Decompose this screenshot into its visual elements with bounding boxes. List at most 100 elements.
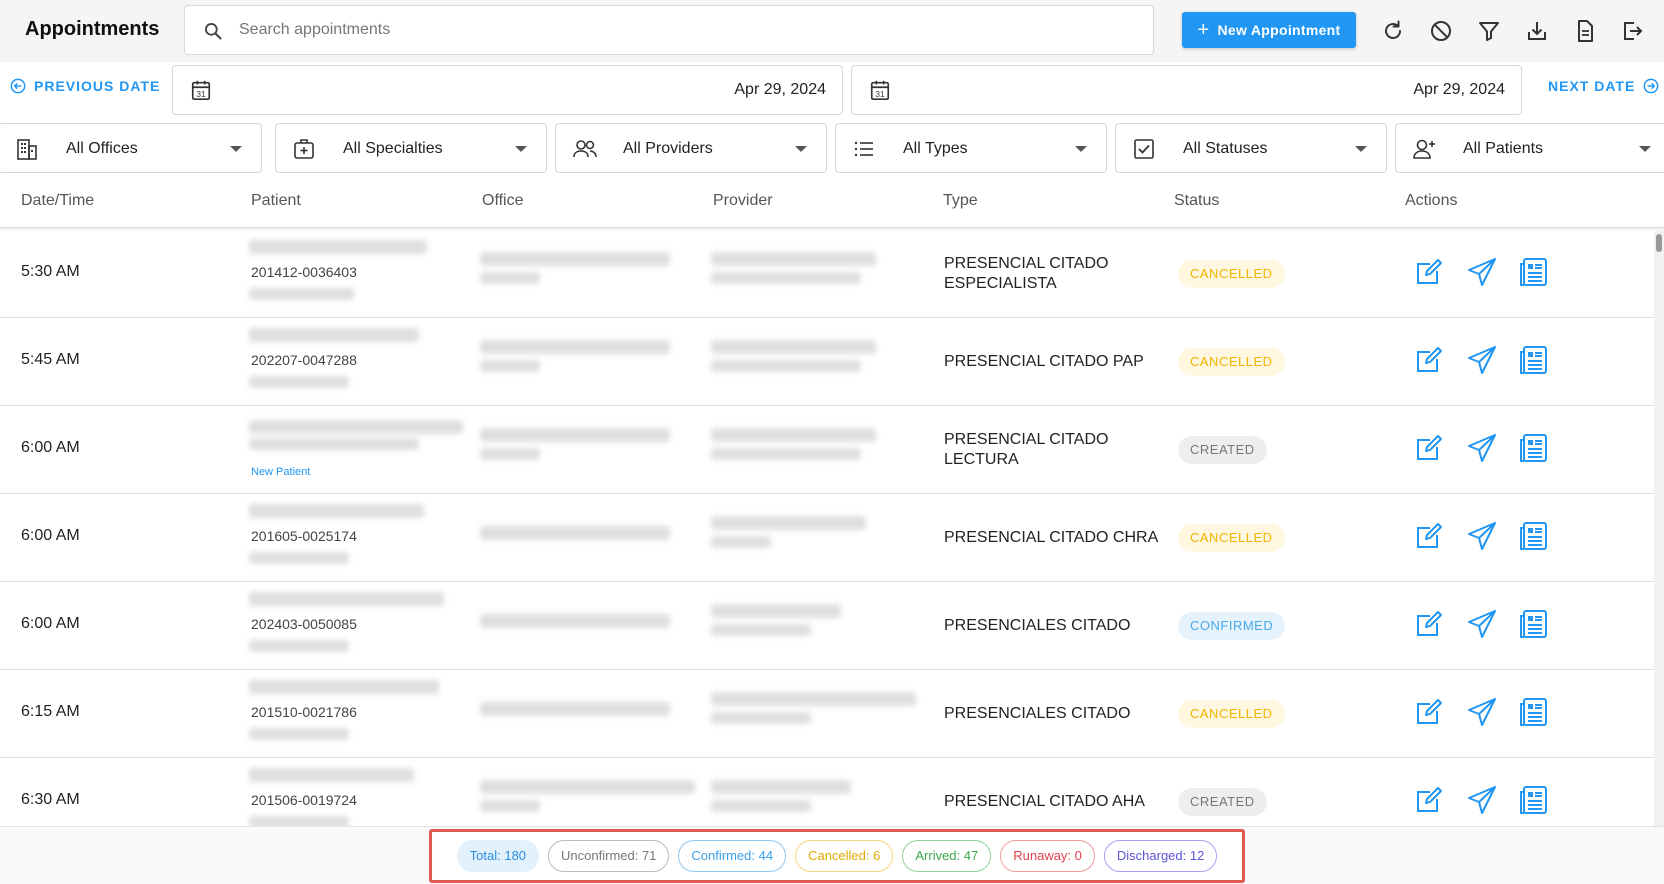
patient-info-redacted <box>249 728 349 740</box>
column-header-patient[interactable]: Patient <box>251 192 301 210</box>
appointment-type: PRESENCIAL CITADO PAP <box>944 353 1144 370</box>
search-box[interactable] <box>184 5 1154 55</box>
previous-date-button[interactable]: PREVIOUS DATE <box>10 78 160 94</box>
details-icon[interactable] <box>1518 520 1550 552</box>
column-header-type[interactable]: Type <box>943 192 978 210</box>
edit-icon[interactable] <box>1413 608 1445 640</box>
providers-select-value: All Providers <box>623 140 713 157</box>
svg-text:31: 31 <box>196 90 206 99</box>
details-icon[interactable] <box>1518 696 1550 728</box>
patients-select-value: All Patients <box>1463 140 1544 157</box>
details-icon[interactable] <box>1518 256 1550 288</box>
logout-icon[interactable] <box>1620 19 1644 43</box>
send-icon[interactable] <box>1466 256 1498 288</box>
table-row[interactable]: 5:45 AM 202207-0047288 PRESENCIAL CITADO… <box>0 318 1654 406</box>
appointment-type: PRESENCIAL CITADO LECTURA <box>944 431 1109 468</box>
chevron-down-icon <box>230 146 242 152</box>
appointment-time: 6:30 AM <box>21 791 80 808</box>
details-icon[interactable] <box>1518 608 1550 640</box>
table-row[interactable]: 5:30 AM 201412-0036403 PRESENCIAL CITADO… <box>0 230 1654 318</box>
send-icon[interactable] <box>1466 784 1498 816</box>
refresh-icon[interactable] <box>1381 19 1405 43</box>
patients-select[interactable]: All Patients <box>1395 123 1664 173</box>
new-patient-label[interactable]: New Patient <box>251 466 310 478</box>
end-date-field[interactable]: 31 Apr 29, 2024 <box>851 65 1522 115</box>
summary-footer: Total: 180 Unconfirmed: 71 Confirmed: 44… <box>0 826 1664 884</box>
patient-id: 202207-0047288 <box>251 352 357 368</box>
summary-chip-runaway[interactable]: Runaway: 0 <box>1000 840 1095 872</box>
table-row[interactable]: 6:00 AM New Patient PRESENCIAL CITADO LEC… <box>0 406 1654 494</box>
patient-name-redacted <box>249 768 414 782</box>
summary-chip-total[interactable]: Total: 180 <box>456 840 540 872</box>
edit-icon[interactable] <box>1413 784 1445 816</box>
chevron-down-icon <box>515 146 527 152</box>
details-icon[interactable] <box>1518 432 1550 464</box>
summary-chip-discharged[interactable]: Discharged: 12 <box>1103 840 1218 872</box>
specialties-select-value: All Specialties <box>343 140 443 157</box>
column-header-office[interactable]: Office <box>482 192 524 210</box>
office-redacted <box>480 702 670 716</box>
column-header-provider[interactable]: Provider <box>713 192 773 210</box>
send-icon[interactable] <box>1466 432 1498 464</box>
start-date-field[interactable]: 31 Apr 29, 2024 <box>172 65 843 115</box>
edit-icon[interactable] <box>1413 432 1445 464</box>
column-header-datetime[interactable]: Date/Time <box>21 192 94 210</box>
status-badge: CANCELLED <box>1178 524 1285 552</box>
send-icon[interactable] <box>1466 520 1498 552</box>
offices-select[interactable]: All Offices <box>0 123 262 173</box>
vertical-scrollbar[interactable] <box>1654 230 1664 826</box>
filter-icon[interactable] <box>1477 19 1501 43</box>
patient-info-redacted <box>249 376 349 388</box>
provider-redacted <box>711 780 851 794</box>
patient-info-redacted <box>249 552 349 564</box>
summary-chip-cancelled[interactable]: Cancelled: 6 <box>795 840 894 872</box>
statuses-select[interactable]: All Statuses <box>1115 123 1387 173</box>
add-person-icon <box>1413 139 1435 159</box>
next-date-label: NEXT DATE <box>1548 78 1636 94</box>
edit-icon[interactable] <box>1413 344 1445 376</box>
chevron-down-icon <box>795 146 807 152</box>
providers-select[interactable]: All Providers <box>555 123 827 173</box>
table-row[interactable]: 6:15 AM 201510-0021786 PRESENCIALES CITA… <box>0 670 1654 758</box>
send-icon[interactable] <box>1466 608 1498 640</box>
types-select[interactable]: All Types <box>835 123 1107 173</box>
patient-info-redacted <box>249 816 349 826</box>
table-row[interactable]: 6:00 AM 201605-0025174 PRESENCIAL CITADO… <box>0 494 1654 582</box>
office-redacted <box>480 252 670 266</box>
edit-icon[interactable] <box>1413 696 1445 728</box>
summary-chip-unconfirmed[interactable]: Unconfirmed: 71 <box>548 840 670 872</box>
status-badge: CREATED <box>1178 436 1267 464</box>
column-header-status[interactable]: Status <box>1174 192 1219 210</box>
status-badge: CREATED <box>1178 788 1267 816</box>
summary-chip-confirmed[interactable]: Confirmed: 44 <box>678 840 787 872</box>
new-appointment-button[interactable]: + New Appointment <box>1182 12 1356 48</box>
details-icon[interactable] <box>1518 784 1550 816</box>
table-row[interactable]: 6:30 AM 201506-0019724 PRESENCIAL CITADO… <box>0 758 1654 826</box>
details-icon[interactable] <box>1518 344 1550 376</box>
provider-redacted <box>711 360 861 372</box>
office-redacted <box>480 428 670 442</box>
patient-info-redacted <box>249 288 354 300</box>
building-icon <box>17 139 37 160</box>
scrollbar-thumb[interactable] <box>1656 234 1662 252</box>
send-icon[interactable] <box>1466 344 1498 376</box>
document-icon[interactable] <box>1573 19 1597 43</box>
status-badge: CANCELLED <box>1178 700 1285 728</box>
download-icon[interactable] <box>1525 19 1549 43</box>
summary-chip-arrived[interactable]: Arrived: 47 <box>902 840 992 872</box>
next-date-button[interactable]: NEXT DATE <box>1548 78 1659 94</box>
table-row[interactable]: 6:00 AM 202403-0050085 PRESENCIALES CITA… <box>0 582 1654 670</box>
specialties-select[interactable]: All Specialties <box>275 123 547 173</box>
edit-icon[interactable] <box>1413 520 1445 552</box>
office-redacted <box>480 800 540 812</box>
block-icon[interactable] <box>1429 19 1453 43</box>
arrow-left-circle-icon <box>10 78 26 94</box>
svg-text:31: 31 <box>875 90 885 99</box>
edit-icon[interactable] <box>1413 256 1445 288</box>
start-date-value: Apr 29, 2024 <box>734 81 826 98</box>
send-icon[interactable] <box>1466 696 1498 728</box>
office-redacted <box>480 780 695 794</box>
appointment-type: PRESENCIALES CITADO <box>944 705 1131 722</box>
search-input[interactable] <box>239 6 1139 54</box>
patient-id: 201510-0021786 <box>251 704 357 720</box>
